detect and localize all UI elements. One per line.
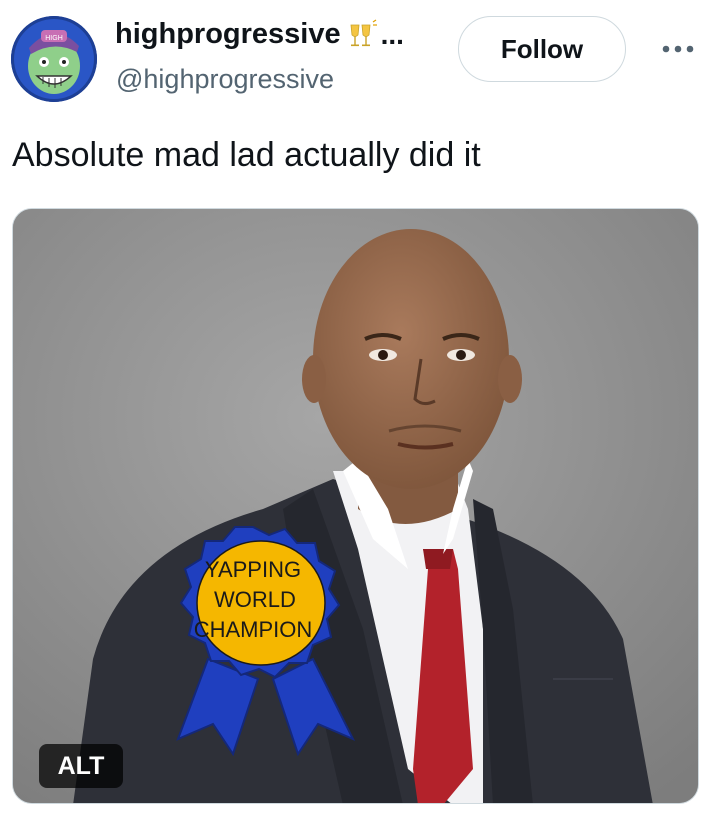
more-icon	[662, 45, 694, 53]
alt-text-badge[interactable]: ALT	[39, 744, 123, 788]
badge-line-2: WORLD	[214, 587, 296, 612]
author-display-name[interactable]: highprogressive	[115, 18, 341, 51]
more-options-button[interactable]	[658, 34, 698, 64]
svg-text:HIGH: HIGH	[45, 35, 63, 42]
avatar[interactable]: HIGH	[11, 16, 97, 102]
tweet-media-image[interactable]: YAPPING WORLD CHAMPION	[12, 208, 699, 804]
follow-button[interactable]: Follow	[458, 16, 626, 82]
name-truncation: ...	[380, 18, 404, 50]
badge-line-3: CHAMPION	[194, 617, 313, 642]
avatar-cartoon-face-icon: HIGH	[11, 16, 97, 102]
badge-line-1: YAPPING	[205, 557, 301, 582]
clinking-glasses-icon	[350, 19, 377, 46]
author-handle[interactable]: @highprogressive	[116, 64, 334, 95]
tweet-text: Absolute mad lad actually did it	[12, 136, 481, 174]
portrait-photo: YAPPING WORLD CHAMPION	[13, 209, 698, 803]
author-name-row: highprogressive ...	[115, 18, 404, 51]
